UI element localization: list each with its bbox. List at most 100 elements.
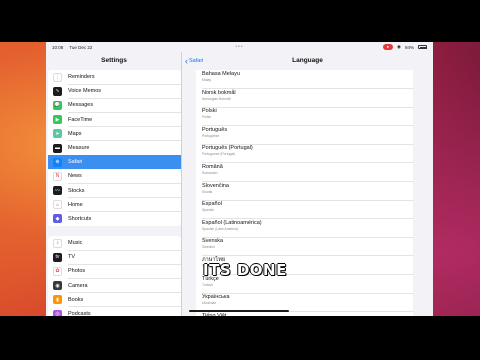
language-name: Română bbox=[202, 163, 223, 170]
language-name: Українська bbox=[202, 294, 230, 301]
sidebar-item-tv[interactable]: tv TV bbox=[48, 250, 181, 265]
sidebar-item-home[interactable]: ⌂ Home bbox=[48, 198, 181, 212]
sidebar-item-label: News bbox=[68, 173, 82, 180]
sidebar-item-label: Stocks bbox=[68, 187, 85, 194]
language-name: Português bbox=[202, 126, 228, 133]
battery-percent: 94% bbox=[404, 44, 414, 50]
language-row[interactable]: Svenska Swedish bbox=[196, 237, 413, 256]
language-list: Bahasa Melayu Malay Norsk bokmål Norwegian … bbox=[196, 70, 413, 316]
language-name: Bahasa Melayu bbox=[202, 71, 240, 77]
sidebar-item-voice-memos[interactable]: ∿ Voice Memos bbox=[48, 84, 181, 99]
photos-icon: ✿ bbox=[53, 266, 62, 276]
language-english-name: Slovak bbox=[202, 189, 213, 194]
sidebar-item-shortcuts[interactable]: ◆ Shortcuts bbox=[48, 212, 181, 226]
sidebar-item-label: Home bbox=[68, 201, 83, 208]
language-name: Norsk bokmål bbox=[202, 89, 236, 96]
sidebar-item-label: Safari bbox=[68, 159, 83, 166]
home-indicator[interactable] bbox=[189, 310, 289, 312]
home-icon: ⌂ bbox=[53, 200, 62, 210]
language-english-name: Turkish bbox=[202, 282, 213, 287]
language-name: Slovenčina bbox=[202, 182, 229, 189]
language-english-name: Spanish (Latin America) bbox=[202, 226, 238, 231]
sidebar-item-podcasts[interactable]: ◎ Podcasts bbox=[48, 307, 181, 316]
wifi-icon: ◉ bbox=[397, 44, 401, 49]
settings-group-media: ♪ Music tv TV ✿ Photos ◉ Camera ▮ Books ◎ Podcasts bbox=[48, 236, 181, 316]
sidebar-item-measure[interactable]: ▬ Measure bbox=[48, 141, 181, 156]
status-bar: 10:08 Tue Dec 22 ••• ● ◉ 94% bbox=[46, 42, 433, 52]
sidebar-item-label: Voice Memos bbox=[68, 88, 102, 95]
books-icon: ▮ bbox=[53, 295, 62, 305]
settings-sidebar: Settings ⋮ Reminders ∿ Voice Memos 💬 Messages… bbox=[46, 52, 182, 316]
sidebar-item-music[interactable]: ♪ Music bbox=[48, 236, 181, 251]
language-english-name: Polish bbox=[202, 115, 212, 120]
language-name: Español bbox=[202, 201, 222, 208]
language-row[interactable]: Norsk bokmål Norwegian Bokmål bbox=[196, 89, 413, 108]
language-name: Svenska bbox=[202, 238, 224, 245]
language-english-name: Swedish bbox=[202, 245, 215, 250]
sidebar-item-label: Reminders bbox=[68, 74, 95, 81]
sidebar-item-label: TV bbox=[68, 254, 76, 261]
status-date: Tue Dec 22 bbox=[69, 44, 93, 50]
letterbox-top bbox=[0, 0, 480, 42]
music-icon: ♪ bbox=[53, 238, 62, 248]
language-row[interactable]: Українська Ukrainian bbox=[196, 293, 413, 312]
language-name: Polski bbox=[202, 108, 217, 115]
language-row[interactable]: Español Spanish bbox=[196, 200, 413, 219]
sidebar-item-label: Maps bbox=[68, 130, 82, 137]
sidebar-item-safari[interactable]: ⊕ Safari bbox=[48, 155, 181, 170]
language-row[interactable]: Bahasa Melayu Malay bbox=[196, 70, 413, 89]
podcasts-icon: ◎ bbox=[53, 309, 62, 316]
news-icon: N bbox=[53, 171, 62, 181]
multitasking-dots-icon[interactable]: ••• bbox=[235, 44, 243, 50]
navigation-bar: ‹ Safari Language bbox=[182, 52, 433, 70]
shortcuts-icon: ◆ bbox=[53, 214, 62, 224]
language-row[interactable]: Español (Latinoamérica) Spanish (Latin Am… bbox=[196, 219, 413, 238]
sidebar-item-label: Shortcuts bbox=[68, 215, 92, 222]
sidebar-item-camera[interactable]: ◉ Camera bbox=[48, 279, 181, 293]
facetime-icon: ▶ bbox=[53, 115, 62, 125]
reminders-icon: ⋮ bbox=[53, 72, 62, 82]
sidebar-item-label: Music bbox=[68, 240, 83, 247]
language-english-name: Portuguese bbox=[202, 133, 220, 138]
language-row[interactable]: Português Portuguese bbox=[196, 126, 413, 145]
sidebar-item-facetime[interactable]: ▶ FaceTime bbox=[48, 113, 181, 127]
language-name: Português (Portugal) bbox=[202, 145, 253, 152]
language-row[interactable]: Português (Portugal) Portuguese (Portugal… bbox=[196, 144, 413, 163]
battery-icon bbox=[418, 45, 427, 49]
language-row[interactable]: Tiếng ViệtVietnamese bbox=[196, 312, 413, 316]
language-row[interactable]: Polski Polish bbox=[196, 107, 413, 126]
language-english-name: Malay bbox=[202, 78, 212, 82]
voice-memos-icon: ∿ bbox=[53, 86, 62, 96]
video-caption: ITS DONE bbox=[203, 261, 287, 279]
sidebar-item-maps[interactable]: ➤ Maps bbox=[48, 127, 181, 141]
sidebar-item-reminders[interactable]: ⋮ Reminders bbox=[48, 70, 181, 85]
language-name: Tiếng Việt bbox=[202, 312, 227, 316]
sidebar-item-label: Camera bbox=[68, 282, 88, 289]
settings-group-apps: ⋮ Reminders ∿ Voice Memos 💬 Messages ▶ FaceTime… bbox=[48, 70, 181, 227]
measure-icon: ▬ bbox=[53, 143, 62, 153]
sidebar-item-news[interactable]: N News bbox=[48, 169, 181, 184]
language-english-name: Portuguese (Portugal) bbox=[202, 152, 236, 157]
sidebar-item-books[interactable]: ▮ Books bbox=[48, 293, 181, 307]
sidebar-item-label: Photos bbox=[68, 268, 86, 275]
language-row[interactable]: Română Romanian bbox=[196, 163, 413, 182]
sidebar-item-messages[interactable]: 💬 Messages bbox=[48, 98, 181, 113]
safari-icon: ⊕ bbox=[53, 157, 62, 167]
sidebar-item-label: Measure bbox=[68, 145, 90, 152]
language-english-name: Romanian bbox=[202, 170, 218, 175]
maps-icon: ➤ bbox=[53, 129, 62, 139]
sidebar-item-label: FaceTime bbox=[68, 116, 93, 123]
language-english-name: Norwegian Bokmål bbox=[202, 96, 231, 101]
language-row[interactable]: Slovenčina Slovak bbox=[196, 182, 413, 201]
recording-indicator-icon: ● bbox=[382, 44, 394, 50]
sidebar-item-label: Messages bbox=[68, 102, 94, 109]
sidebar-item-photos[interactable]: ✿ Photos bbox=[48, 264, 181, 279]
language-name: Español (Latinoamérica) bbox=[202, 219, 262, 226]
sidebar-title: Settings bbox=[101, 57, 127, 64]
stocks-icon: 〰 bbox=[53, 186, 62, 196]
sidebar-item-stocks[interactable]: 〰 Stocks bbox=[48, 184, 181, 198]
camera-icon: ◉ bbox=[53, 281, 62, 291]
letterbox-bottom bbox=[0, 316, 480, 360]
sidebar-item-label: Podcasts bbox=[68, 311, 91, 316]
tv-icon: tv bbox=[53, 252, 62, 262]
